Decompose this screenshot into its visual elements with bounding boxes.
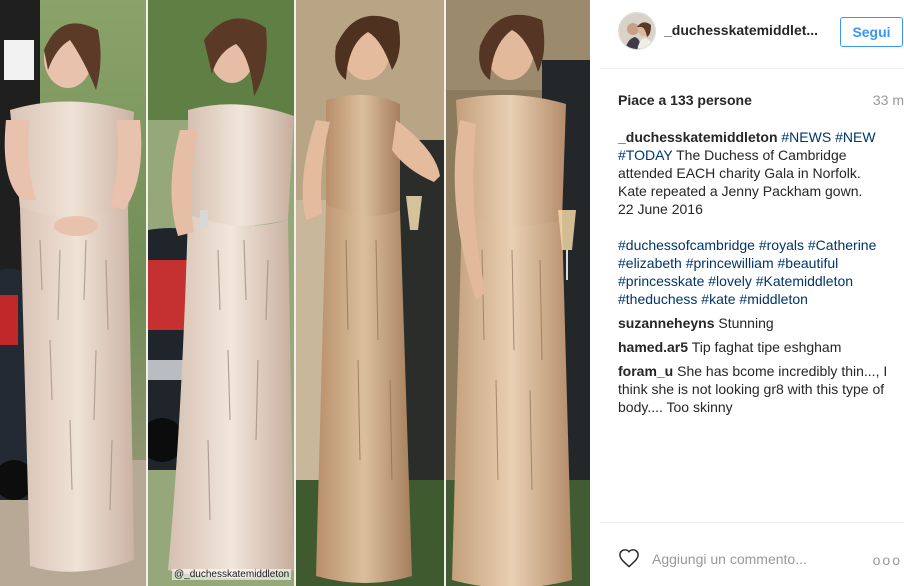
avatar[interactable]: [618, 12, 656, 50]
hashtag-link[interactable]: #NEW: [835, 129, 875, 145]
header-username-link[interactable]: _duchesskatemiddlet...: [664, 22, 818, 38]
post-footer: ooo: [600, 532, 904, 586]
comment-username-link[interactable]: suzanneheyns: [618, 315, 714, 331]
heart-icon[interactable]: [618, 548, 640, 568]
comment: suzanneheyns Stunning: [618, 314, 904, 332]
photo-panel-1: [0, 0, 146, 586]
caption-date: 22 June 2016: [618, 201, 703, 217]
comment-username-link[interactable]: foram_u: [618, 363, 673, 379]
comment-username-link[interactable]: hamed.ar5: [618, 339, 688, 355]
hashtag-line[interactable]: #princesskate #lovely #Katemiddleton: [618, 272, 904, 290]
caption-text: The Duchess of Cambridge: [676, 147, 847, 163]
caption-line: #TODAY The Duchess of Cambridge: [618, 146, 904, 164]
caption-text: attended EACH charity Gala in Norfolk.: [618, 165, 861, 181]
comment: hamed.ar5 Tip faghat tipe eshgham: [618, 338, 904, 356]
caption: _duchesskatemiddleton #NEWS #NEW #TODAY …: [618, 128, 904, 308]
caption-text: Kate repeated a Jenny Packham gown.: [618, 183, 863, 199]
hashtag-line[interactable]: #theduchess #kate #middleton: [618, 290, 904, 308]
hashtag-link[interactable]: #TODAY: [618, 147, 672, 163]
photo-panel-4: [446, 0, 590, 586]
photo-panel-2: [148, 0, 294, 586]
comments-list: _duchesskatemiddleton #NEWS #NEW #TODAY …: [618, 128, 904, 418]
photo-watermark: @_duchesskatemiddleton: [172, 569, 292, 580]
hashtag-line[interactable]: #elizabeth #princewilliam #beautiful: [618, 254, 904, 272]
header-divider: [600, 68, 904, 69]
photo-panel-3: [296, 0, 444, 586]
more-options-icon[interactable]: ooo: [873, 552, 902, 568]
footer-divider: [600, 522, 904, 523]
post-side-panel: _duchesskatemiddlet... Segui Piace a 133…: [600, 0, 904, 586]
caption-username-link[interactable]: _duchesskatemiddleton: [618, 129, 778, 145]
comment: foram_u She has bcome incredibly thin...…: [618, 362, 904, 416]
add-comment-input[interactable]: [652, 548, 852, 570]
post-header: _duchesskatemiddlet... Segui: [600, 0, 904, 68]
post-photo[interactable]: @_duchesskatemiddleton: [0, 0, 590, 586]
comment-text: Stunning: [718, 315, 774, 331]
hashtag-line[interactable]: #duchessofcambridge #royals #Catherine: [618, 236, 904, 254]
hashtag-link[interactable]: #NEWS: [781, 129, 831, 145]
likes-count[interactable]: Piace a 133 persone: [618, 92, 752, 108]
post-timestamp[interactable]: 33 m: [873, 92, 904, 108]
follow-button[interactable]: Segui: [840, 17, 903, 47]
caption-line: _duchesskatemiddleton #NEWS #NEW: [618, 128, 904, 146]
comment-text: Tip faghat tipe eshgham: [691, 339, 842, 355]
